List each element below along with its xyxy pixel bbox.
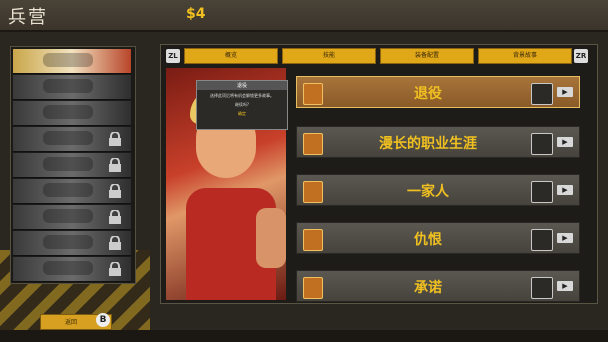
equipment-icon <box>531 83 553 105</box>
soldier-icon <box>303 133 323 155</box>
lock-icon <box>109 210 121 224</box>
soldier-icon <box>303 277 323 299</box>
play-arrow-icon[interactable]: ▶ <box>557 137 573 147</box>
character-portrait-locked[interactable] <box>13 153 131 178</box>
play-arrow-icon[interactable]: ▶ <box>557 87 573 97</box>
back-button-label: 返回 <box>65 319 78 326</box>
tab-backstory[interactable]: 背景故事 <box>478 48 572 64</box>
tab-overview[interactable]: 概览 <box>184 48 278 64</box>
play-arrow-icon[interactable]: ▶ <box>557 233 573 243</box>
soldier-icon <box>303 83 323 105</box>
page-title: 兵营 <box>8 7 48 28</box>
b-button-icon: B <box>96 313 110 327</box>
lock-icon <box>109 184 121 198</box>
play-arrow-icon[interactable]: ▶ <box>557 185 573 195</box>
tooltip-question: 继续吗? <box>234 102 250 107</box>
top-bar: 兵营 $4 <box>0 0 608 32</box>
money-display: $4 <box>186 6 206 22</box>
story-row-promise[interactable]: 承诺 ▶ <box>296 270 580 302</box>
story-row-long-career[interactable]: 漫长的职业生涯 ▶ <box>296 126 580 158</box>
story-row-family[interactable]: 一家人 ▶ <box>296 174 580 206</box>
soldier-icon <box>303 229 323 251</box>
story-label: 仇恨 <box>414 232 442 248</box>
tooltip-text: 选择此项后将有机会解锁更多故事。 <box>210 93 274 98</box>
tooltip-confirm[interactable]: 确定 <box>197 111 287 117</box>
story-row-retire[interactable]: 退役 ▶ <box>296 76 580 108</box>
character-portrait-locked[interactable] <box>13 127 131 152</box>
character-portrait-locked[interactable] <box>13 179 131 204</box>
bottom-strip <box>0 330 608 342</box>
confirm-tooltip: 退役 选择此项后将有机会解锁更多故事。 继续吗? 确定 <box>196 80 288 130</box>
character-portrait-locked[interactable] <box>13 205 131 230</box>
lock-icon <box>109 262 121 276</box>
tooltip-title: 退役 <box>197 81 287 90</box>
story-label: 承诺 <box>414 280 442 296</box>
character-portrait-locked[interactable] <box>13 257 131 282</box>
equipment-icon <box>531 277 553 299</box>
zr-button-icon[interactable]: ZR <box>574 49 588 63</box>
lock-icon <box>109 132 121 146</box>
tab-loadout[interactable]: 装备配置 <box>380 48 474 64</box>
zl-button-icon[interactable]: ZL <box>166 49 180 63</box>
character-portrait[interactable] <box>13 75 131 100</box>
character-portrait-selected[interactable] <box>13 49 131 74</box>
story-label: 退役 <box>414 86 442 102</box>
play-arrow-icon[interactable]: ▶ <box>557 281 573 291</box>
soldier-icon <box>303 181 323 203</box>
character-list <box>10 46 136 284</box>
character-portrait[interactable] <box>13 101 131 126</box>
equipment-icon <box>531 133 553 155</box>
lock-icon <box>109 158 121 172</box>
lock-icon <box>109 236 121 250</box>
story-label: 一家人 <box>407 184 449 200</box>
character-portrait-locked[interactable] <box>13 231 131 256</box>
equipment-icon <box>531 229 553 251</box>
story-row-hatred[interactable]: 仇恨 ▶ <box>296 222 580 254</box>
story-label: 漫长的职业生涯 <box>379 136 477 152</box>
tab-skills[interactable]: 技能 <box>282 48 376 64</box>
equipment-icon <box>531 181 553 203</box>
